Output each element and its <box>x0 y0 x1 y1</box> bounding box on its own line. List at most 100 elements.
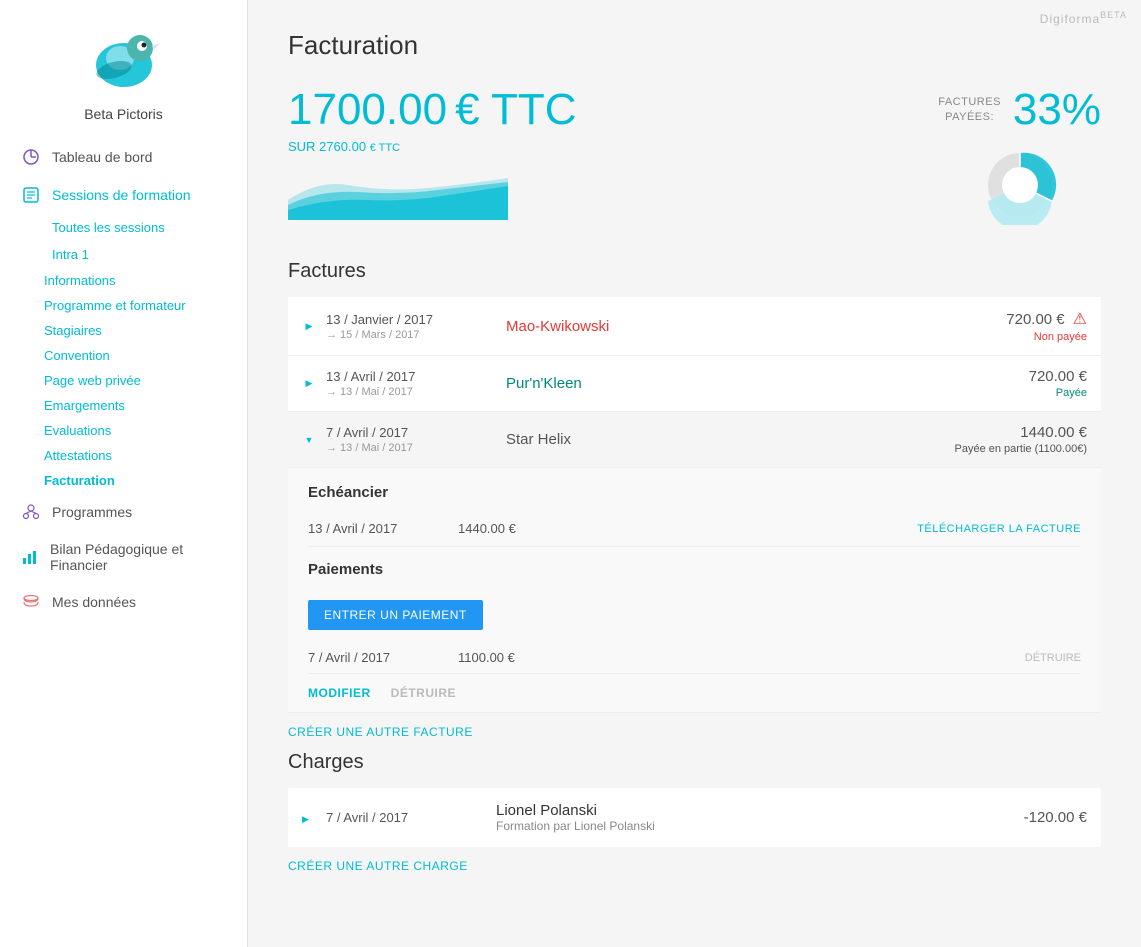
facture-amount-3: 1440.00 € <box>955 424 1088 441</box>
echeancier-date-1: 13 / Avril / 2017 <box>308 521 458 536</box>
dashboard-icon <box>20 148 42 166</box>
sidebar-label-donnees: Mes données <box>52 594 136 610</box>
sidebar-item-stagiaires[interactable]: Stagiaires <box>0 318 247 343</box>
sidebar: Beta Pictoris Tableau de bord Sessions d… <box>0 0 248 947</box>
facture-date-sub-3: → 13 / Mai / 2017 <box>326 442 486 454</box>
paiements-section: Paiements ENTRER UN PAIEMENT 7 / Avril /… <box>308 561 1081 674</box>
sidebar-item-programmes[interactable]: Programmes <box>0 493 247 531</box>
sidebar-item-evaluations[interactable]: Evaluations <box>0 418 247 443</box>
bar-chart-area <box>288 170 878 230</box>
detruire-button[interactable]: DÉTRUIRE <box>391 686 456 700</box>
sidebar-item-intra-1[interactable]: Intra 1 <box>20 241 247 268</box>
paiement-destroy-btn-1[interactable]: DÉTRUIRE <box>1025 652 1081 664</box>
sidebar-label-sessions: Sessions de formation <box>52 187 191 203</box>
sidebar-item-informations[interactable]: Informations <box>0 268 247 293</box>
stat-percent-block: FACTURES PAYÉES: 33% <box>938 85 1101 230</box>
echeancier-row-1: 13 / Avril / 2017 1440.00 € TÉLÉCHARGER … <box>308 511 1081 547</box>
intra-subnav: Informations Programme et formateur Stag… <box>0 268 247 493</box>
paiements-title: Paiements <box>308 561 1081 578</box>
facture-row-header-1[interactable]: 13 / Janvier / 2017 → 15 / Mars / 2017 M… <box>288 297 1101 355</box>
stats-row: 1700.00 € TTC SUR 2760.00 € TTC <box>288 85 1101 230</box>
telecharger-facture-btn[interactable]: TÉLÉCHARGER LA FACTURE <box>917 523 1081 535</box>
stat-sub: SUR 2760.00 € TTC <box>288 139 878 154</box>
facture-row-header-3[interactable]: 7 / Avril / 2017 → 13 / Mai / 2017 Star … <box>288 412 1101 467</box>
paiement-date-1: 7 / Avril / 2017 <box>308 650 458 665</box>
sidebar-item-programme[interactable]: Programme et formateur <box>0 293 247 318</box>
paiement-row-1: 7 / Avril / 2017 1100.00 € DÉTRUIRE <box>308 642 1081 674</box>
facture-dates-1: 13 / Janvier / 2017 → 15 / Mars / 2017 <box>326 312 486 341</box>
bilan-icon <box>20 548 40 566</box>
charge-amount-1: -120.00 € <box>1024 809 1087 826</box>
facture-status-1: Non payée <box>1006 331 1087 343</box>
sidebar-label-tableau: Tableau de bord <box>52 149 152 165</box>
charges-list: 7 / Avril / 2017 Lionel Polanski Formati… <box>288 788 1101 847</box>
sidebar-item-emargements[interactable]: Emargements <box>0 393 247 418</box>
main-content: Facturation 1700.00 € TTC SUR 2760.00 € … <box>248 0 1141 947</box>
facture-actions-3: MODIFIER DÉTRUIRE <box>308 674 1081 712</box>
toggle-icon-3 <box>302 433 316 447</box>
facture-detail-3: Echéancier 13 / Avril / 2017 1440.00 € T… <box>288 467 1101 712</box>
facture-client-2: Pur'n'Kleen <box>486 375 1029 392</box>
sidebar-item-convention[interactable]: Convention <box>0 343 247 368</box>
warning-icon-1: ⚠ <box>1073 309 1087 329</box>
sidebar-item-mes-donnees[interactable]: Mes données <box>0 583 247 621</box>
toggle-icon-1 <box>302 319 316 333</box>
paiement-amount-1: 1100.00 € <box>458 650 1025 665</box>
paid-amount: 1700.00 <box>288 85 447 135</box>
pie-chart <box>980 145 1060 230</box>
facture-row-2: 13 / Avril / 2017 → 13 / Mai / 2017 Pur'… <box>288 356 1101 412</box>
facture-amount-2: 720.00 € <box>1029 368 1087 385</box>
sidebar-item-tableau-de-bord[interactable]: Tableau de bord <box>0 138 247 176</box>
sidebar-item-attestations[interactable]: Attestations <box>0 443 247 468</box>
sidebar-item-sessions[interactable]: Sessions de formation <box>0 176 247 214</box>
logo-icon <box>84 20 164 100</box>
factures-title: Factures <box>288 260 1101 283</box>
charges-title: Charges <box>288 751 1101 774</box>
donnees-icon <box>20 593 42 611</box>
facture-row-3: 7 / Avril / 2017 → 13 / Mai / 2017 Star … <box>288 412 1101 713</box>
facture-amount-1: 720.00 € <box>1006 311 1064 328</box>
programmes-icon <box>20 503 42 521</box>
charge-toggle-1 <box>302 811 316 825</box>
charge-client-block-1: Lionel Polanski Formation par Lionel Pol… <box>476 802 1024 833</box>
page-title: Facturation <box>288 30 1101 61</box>
modifier-button[interactable]: MODIFIER <box>308 686 371 700</box>
facture-amount-block-3: 1440.00 € Payée en partie (1100.00€) <box>955 424 1088 455</box>
facture-status-3: Payée en partie (1100.00€) <box>955 443 1088 455</box>
facture-client-1: Mao-Kwikowski <box>486 318 1006 335</box>
charge-row-1[interactable]: 7 / Avril / 2017 Lionel Polanski Formati… <box>288 788 1101 847</box>
charge-date-1: 7 / Avril / 2017 <box>326 810 476 825</box>
org-name: Beta Pictoris <box>84 106 163 122</box>
sessions-icon <box>20 186 42 204</box>
facture-date-main-1: 13 / Janvier / 2017 <box>326 312 486 327</box>
charge-client-name-1: Lionel Polanski <box>496 802 1024 819</box>
enter-paiement-button[interactable]: ENTRER UN PAIEMENT <box>308 600 483 630</box>
facture-row-1: 13 / Janvier / 2017 → 15 / Mars / 2017 M… <box>288 297 1101 356</box>
facture-row-header-2[interactable]: 13 / Avril / 2017 → 13 / Mai / 2017 Pur'… <box>288 356 1101 411</box>
facture-status-2: Payée <box>1029 387 1087 399</box>
percent-label: FACTURES PAYÉES: <box>938 95 1001 126</box>
facture-date-main-3: 7 / Avril / 2017 <box>326 425 486 440</box>
echeancier-title: Echéancier <box>308 484 1081 501</box>
percent-value: 33% <box>1013 85 1101 135</box>
sidebar-item-facturation[interactable]: Facturation <box>0 468 247 493</box>
facture-dates-3: 7 / Avril / 2017 → 13 / Mai / 2017 <box>326 425 486 454</box>
sidebar-item-toutes-sessions[interactable]: Toutes les sessions <box>20 214 247 241</box>
charge-client-sub-1: Formation par Lionel Polanski <box>496 819 1024 833</box>
logo-area: Beta Pictoris <box>84 0 164 138</box>
echeancier-amount-1: 1440.00 € <box>458 521 917 536</box>
facture-date-sub-1: → 15 / Mars / 2017 <box>326 329 486 341</box>
sidebar-label-bilan: Bilan Pédagogique et Financier <box>50 541 227 573</box>
facture-amount-block-1: 720.00 € ⚠ Non payée <box>1006 309 1087 343</box>
facture-amount-block-2: 720.00 € Payée <box>1029 368 1087 399</box>
sidebar-label-programmes: Programmes <box>52 504 132 520</box>
facture-dates-2: 13 / Avril / 2017 → 13 / Mai / 2017 <box>326 369 486 398</box>
sidebar-item-page-web[interactable]: Page web privée <box>0 368 247 393</box>
create-facture-link[interactable]: CRÉER UNE AUTRE FACTURE <box>288 725 1101 739</box>
facture-date-main-2: 13 / Avril / 2017 <box>326 369 486 384</box>
sidebar-item-bilan[interactable]: Bilan Pédagogique et Financier <box>0 531 247 583</box>
create-charge-link[interactable]: CRÉER UNE AUTRE CHARGE <box>288 859 1101 873</box>
factures-list: 13 / Janvier / 2017 → 15 / Mars / 2017 M… <box>288 297 1101 713</box>
nav-section: Tableau de bord Sessions de formation To… <box>0 138 247 621</box>
brand-badge: DigiformaBETA <box>1040 10 1127 26</box>
